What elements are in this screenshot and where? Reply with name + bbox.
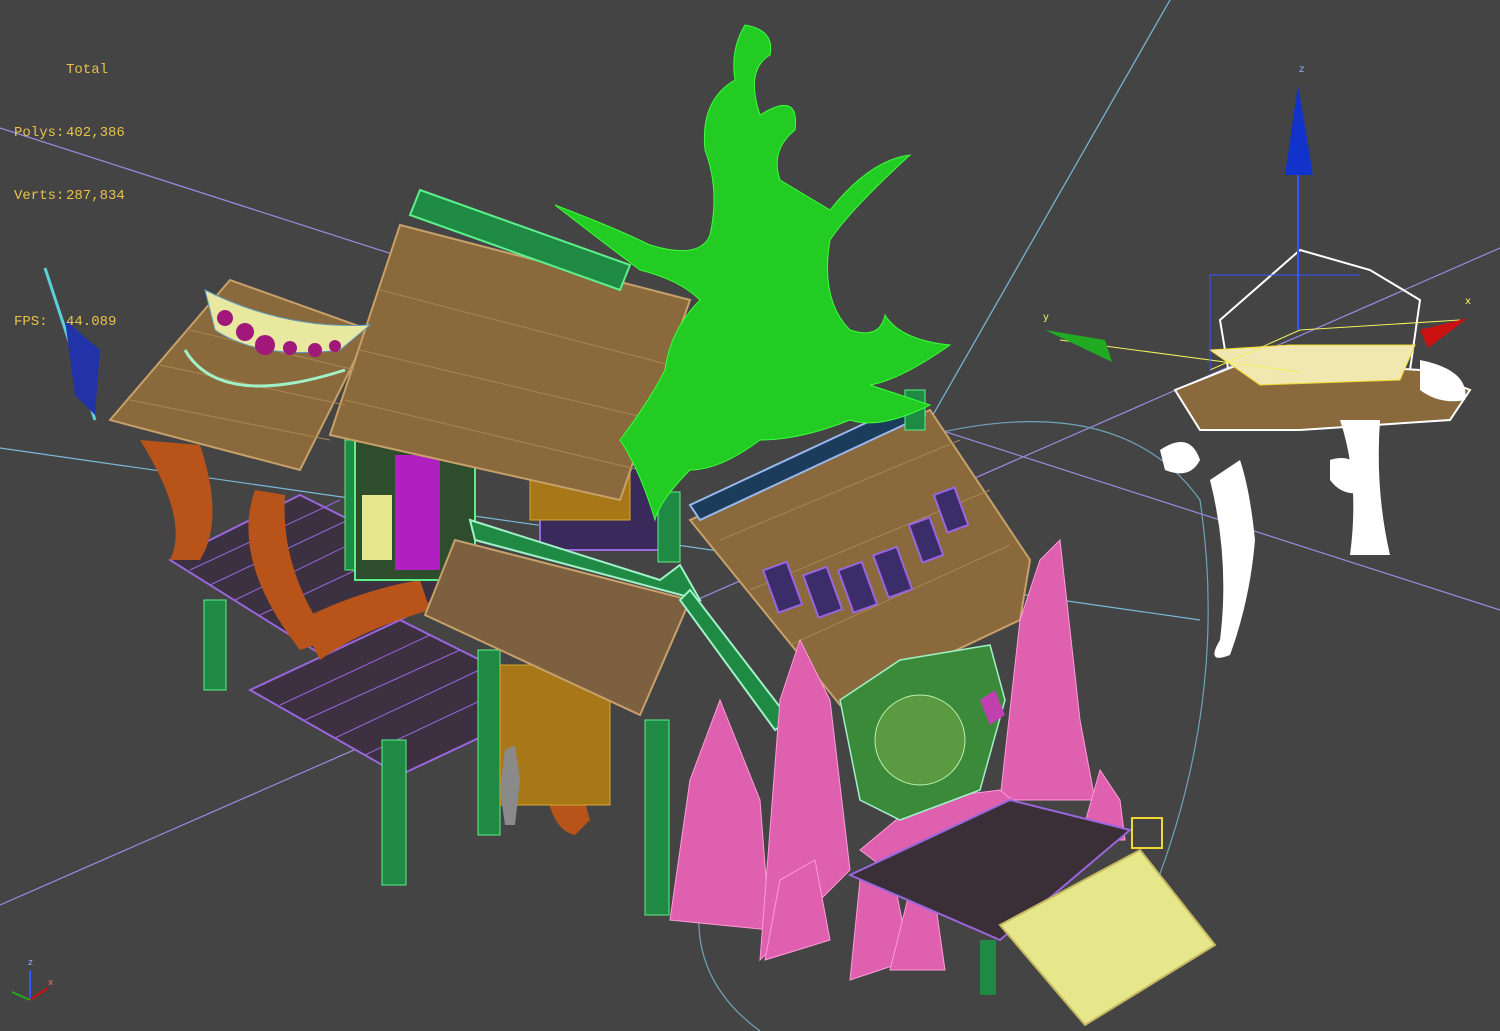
gizmo-y-label: y: [1043, 312, 1049, 323]
z-axis-arrow[interactable]: [1285, 85, 1313, 175]
world-z-label: z: [28, 958, 33, 968]
3d-viewport[interactable]: Total Polys: 402,386 Verts: 287,834 FPS: 44…: [0, 0, 1500, 1031]
verts-label: Verts:: [14, 188, 65, 204]
polys-row: Polys: 402,386: [14, 123, 125, 144]
verts-value: 287,834: [66, 188, 125, 204]
y-axis-arrow[interactable]: [1045, 330, 1112, 362]
gizmo-z-label: z: [1299, 64, 1305, 75]
polys-label: Polys:: [14, 125, 65, 141]
fps-label: FPS:: [14, 314, 48, 330]
viewport-statistics: Total Polys: 402,386 Verts: 287,834 FPS: 44…: [14, 18, 125, 375]
world-x-label: x: [48, 978, 54, 988]
world-axis-tripod: [11, 970, 49, 1001]
gizmo-x-label: x: [1465, 296, 1471, 307]
fps-row: FPS: 44.089: [14, 312, 125, 333]
roofs: [108, 188, 1032, 732]
stats-total-label: Total: [66, 62, 109, 78]
fps-value: 44.089: [66, 314, 117, 330]
transform-gizmo[interactable]: [1045, 85, 1468, 373]
polys-value: 402,386: [66, 125, 125, 141]
verts-row: Verts: 287,834: [14, 186, 125, 207]
scene-render[interactable]: [0, 0, 1500, 1031]
selected-tree-house[interactable]: [1160, 248, 1472, 658]
stats-spacer: [14, 249, 125, 270]
